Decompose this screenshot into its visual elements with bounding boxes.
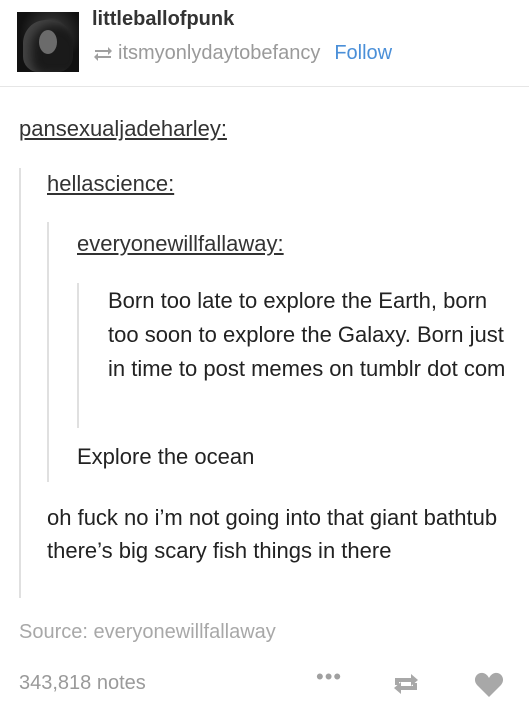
thread-user-3[interactable]: everyonewillfallaway: (77, 231, 284, 257)
more-icon[interactable]: ••• (316, 664, 342, 690)
post-header: littleballofpunk itsmyonlydaytobefancy Fo… (0, 0, 529, 86)
avatar[interactable] (17, 12, 79, 72)
header-divider (0, 86, 529, 87)
notes-count[interactable]: 343,818 notes (19, 672, 146, 695)
reblog-icon[interactable] (391, 672, 421, 701)
quote-bar-1 (19, 168, 21, 598)
original-post-text: Born too late to explore the Earth, born… (108, 288, 506, 381)
follow-button[interactable]: Follow (334, 42, 392, 64)
author-name[interactable]: littleballofpunk (92, 8, 234, 31)
source-link[interactable]: Source: everyonewillfallaway (19, 621, 276, 644)
heart-icon[interactable] (474, 672, 504, 703)
reblog-source-line: itsmyonlydaytobefancy Follow (92, 42, 392, 65)
reblogged-from-user[interactable]: itsmyonlydaytobefancy (118, 42, 320, 64)
post-footer: 343,818 notes ••• (0, 664, 529, 704)
thread-user-2[interactable]: hellascience: (47, 171, 174, 197)
quote-bar-3 (77, 283, 79, 428)
thread-user-1[interactable]: pansexualjadeharley: (19, 116, 227, 142)
reblog-small-icon (94, 47, 112, 61)
reply-final-text: oh fuck no i’m not going into that giant… (47, 505, 498, 563)
avatar-face (39, 30, 57, 54)
reply-ocean-text: Explore the ocean (77, 444, 255, 469)
quote-bar-2 (47, 222, 49, 482)
